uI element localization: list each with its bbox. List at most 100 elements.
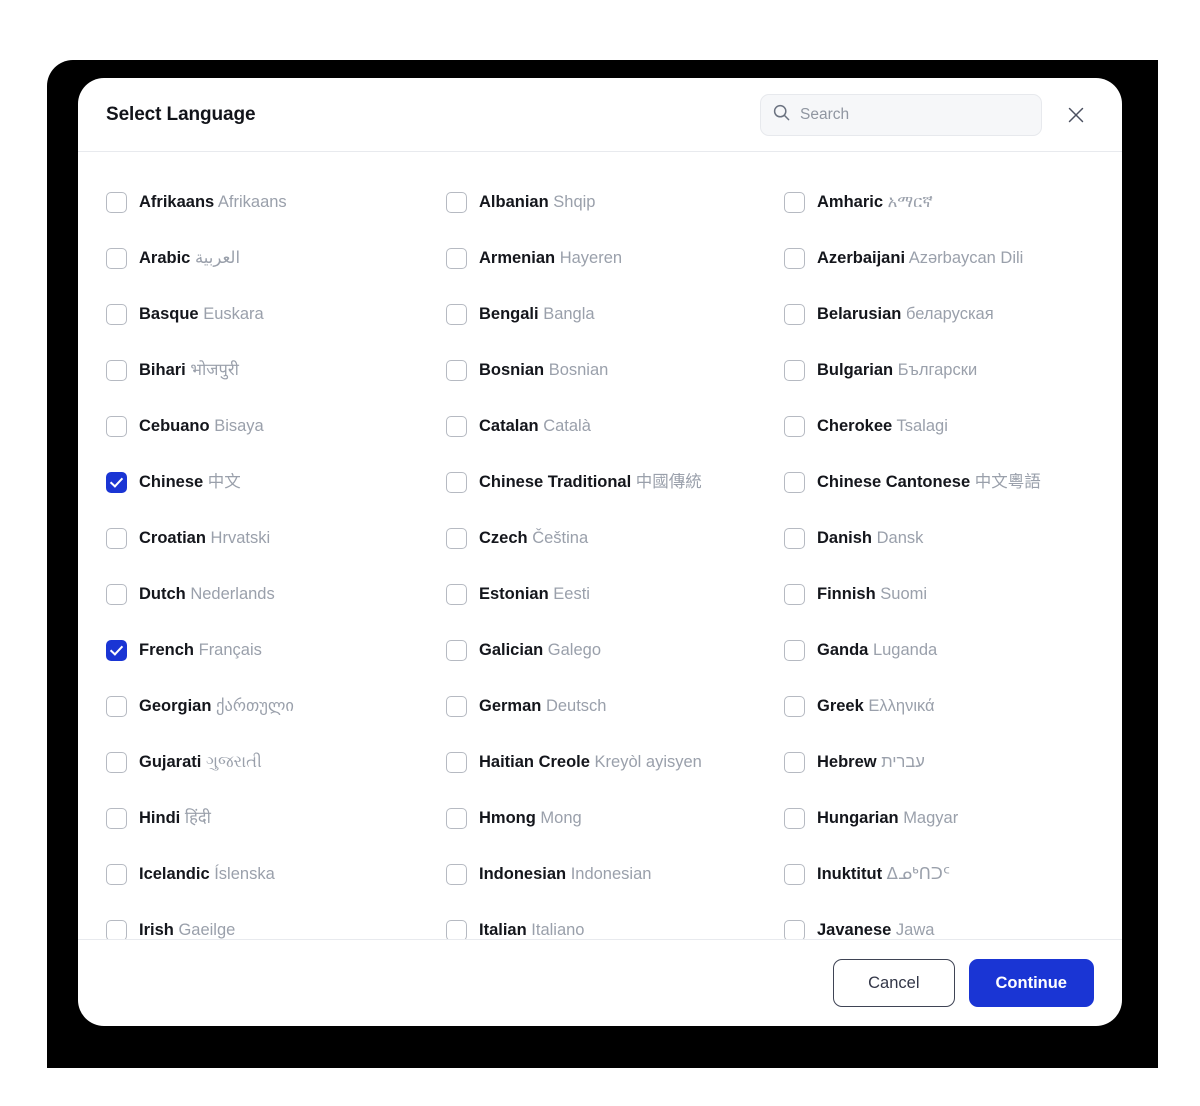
search-box[interactable]	[760, 93, 1042, 136]
checkbox-icon[interactable]	[106, 415, 127, 437]
checkbox-icon[interactable]	[446, 303, 467, 325]
language-label: Georgian ქართული	[139, 698, 294, 715]
cancel-button[interactable]: Cancel	[833, 959, 955, 1007]
checkbox-icon[interactable]	[784, 919, 805, 939]
language-option[interactable]: Italian Italiano	[446, 902, 784, 939]
checkbox-icon[interactable]	[106, 191, 127, 213]
language-option[interactable]: Gujarati ગુજરાતી	[106, 734, 446, 790]
language-native-name: Nederlands	[190, 584, 275, 603]
checkbox-icon[interactable]	[446, 751, 467, 773]
language-native-name: ᐃᓄᒃᑎᑐᑦ	[886, 864, 951, 883]
language-option[interactable]: Cebuano Bisaya	[106, 398, 446, 454]
checkbox-icon[interactable]	[446, 527, 467, 549]
language-option[interactable]: Afrikaans Afrikaans	[106, 174, 446, 230]
language-option[interactable]: Belarusian беларуская	[784, 286, 1094, 342]
language-option[interactable]: Chinese 中文	[106, 454, 446, 510]
checkbox-icon[interactable]	[106, 527, 127, 549]
language-option[interactable]: Greek Ελληνικά	[784, 678, 1094, 734]
language-option[interactable]: Chinese Traditional 中國傳統	[446, 454, 784, 510]
checkbox-icon[interactable]	[784, 863, 805, 885]
checkbox-icon[interactable]	[446, 639, 467, 661]
language-option[interactable]: Finnish Suomi	[784, 566, 1094, 622]
language-option[interactable]: French Français	[106, 622, 446, 678]
checkbox-icon[interactable]	[784, 191, 805, 213]
language-option[interactable]: Armenian Hayeren	[446, 230, 784, 286]
language-option[interactable]: Inuktitut ᐃᓄᒃᑎᑐᑦ	[784, 846, 1094, 902]
language-option[interactable]: Ganda Luganda	[784, 622, 1094, 678]
language-name: Cebuano	[139, 416, 210, 435]
checkbox-icon[interactable]	[446, 583, 467, 605]
language-option[interactable]: Hebrew עברית	[784, 734, 1094, 790]
language-option[interactable]: Bulgarian Български	[784, 342, 1094, 398]
language-option[interactable]: Arabic العربية	[106, 230, 446, 286]
checkbox-icon[interactable]	[106, 247, 127, 269]
language-option[interactable]: Hindi हिंदी	[106, 790, 446, 846]
checkbox-icon[interactable]	[784, 359, 805, 381]
checkbox-icon[interactable]	[446, 191, 467, 213]
checkbox-icon[interactable]	[106, 359, 127, 381]
checkbox-icon[interactable]	[106, 751, 127, 773]
language-option[interactable]: Basque Euskara	[106, 286, 446, 342]
language-option[interactable]: German Deutsch	[446, 678, 784, 734]
language-option[interactable]: Irish Gaeilge	[106, 902, 446, 939]
checkbox-icon[interactable]	[446, 359, 467, 381]
language-option[interactable]: Galician Galego	[446, 622, 784, 678]
language-option[interactable]: Catalan Català	[446, 398, 784, 454]
checkbox-checked-icon[interactable]	[106, 639, 127, 661]
checkbox-checked-icon[interactable]	[106, 471, 127, 493]
language-option[interactable]: Bihari भोजपुरी	[106, 342, 446, 398]
language-label: Bengali Bangla	[479, 306, 595, 323]
checkbox-icon[interactable]	[446, 415, 467, 437]
checkbox-icon[interactable]	[446, 807, 467, 829]
language-option[interactable]: Bengali Bangla	[446, 286, 784, 342]
checkbox-icon[interactable]	[446, 919, 467, 939]
close-icon[interactable]	[1056, 95, 1096, 135]
language-list-scroll-region[interactable]: Afrikaans Afrikaans Albanian Shqip Amharic…	[78, 152, 1122, 940]
continue-button[interactable]: Continue	[968, 959, 1094, 1007]
language-option[interactable]: Indonesian Indonesian	[446, 846, 784, 902]
language-option[interactable]: Dutch Nederlands	[106, 566, 446, 622]
checkbox-icon[interactable]	[784, 471, 805, 493]
search-input[interactable]	[800, 105, 1029, 124]
language-label: Estonian Eesti	[479, 586, 590, 603]
checkbox-icon[interactable]	[106, 695, 127, 717]
checkbox-icon[interactable]	[106, 303, 127, 325]
language-option[interactable]: Danish Dansk	[784, 510, 1094, 566]
language-option[interactable]: Chinese Cantonese 中文粵語	[784, 454, 1094, 510]
checkbox-icon[interactable]	[446, 695, 467, 717]
language-option[interactable]: Azerbaijani Azərbaycan Dili	[784, 230, 1094, 286]
checkbox-icon[interactable]	[784, 303, 805, 325]
language-option[interactable]: Croatian Hrvatski	[106, 510, 446, 566]
language-option[interactable]: Icelandic Íslenska	[106, 846, 446, 902]
checkbox-icon[interactable]	[106, 919, 127, 939]
checkbox-icon[interactable]	[784, 639, 805, 661]
language-option[interactable]: Georgian ქართული	[106, 678, 446, 734]
checkbox-icon[interactable]	[784, 527, 805, 549]
checkbox-icon[interactable]	[784, 807, 805, 829]
language-native-name: Shqip	[553, 192, 596, 211]
language-option[interactable]: Haitian Creole Kreyòl ayisyen	[446, 734, 784, 790]
language-option[interactable]: Cherokee Tsalagi	[784, 398, 1094, 454]
checkbox-icon[interactable]	[106, 807, 127, 829]
checkbox-icon[interactable]	[446, 247, 467, 269]
checkbox-icon[interactable]	[106, 863, 127, 885]
checkbox-icon[interactable]	[446, 471, 467, 493]
language-option[interactable]: Albanian Shqip	[446, 174, 784, 230]
language-native-name: Deutsch	[545, 696, 607, 715]
checkbox-icon[interactable]	[106, 583, 127, 605]
language-native-name: 中文	[207, 472, 241, 491]
checkbox-icon[interactable]	[446, 863, 467, 885]
checkbox-icon[interactable]	[784, 583, 805, 605]
language-option[interactable]: Javanese Jawa	[784, 902, 1094, 939]
language-option[interactable]: Hmong Mong	[446, 790, 784, 846]
checkbox-icon[interactable]	[784, 751, 805, 773]
language-option[interactable]: Hungarian Magyar	[784, 790, 1094, 846]
language-option[interactable]: Amharic አማርኛ	[784, 174, 1094, 230]
language-option[interactable]: Czech Čeština	[446, 510, 784, 566]
language-option[interactable]: Bosnian Bosnian	[446, 342, 784, 398]
language-option[interactable]: Estonian Eesti	[446, 566, 784, 622]
checkbox-icon[interactable]	[784, 415, 805, 437]
checkbox-icon[interactable]	[784, 247, 805, 269]
checkbox-icon[interactable]	[784, 695, 805, 717]
language-name: Gujarati	[139, 752, 202, 771]
